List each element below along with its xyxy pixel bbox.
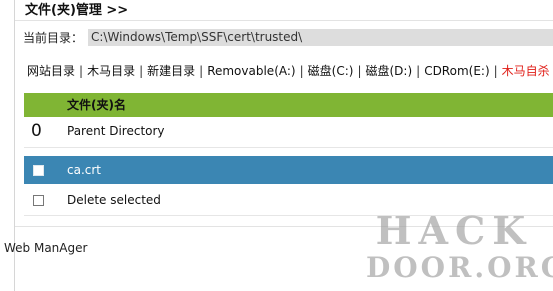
drive-nav: 网站目录 | 木马目录 | 新建目录 | Removable(A:) | 磁盘(C:) | 磁盘(D…	[27, 62, 550, 80]
nav-self-destruct[interactable]: 木马自杀	[502, 64, 550, 78]
nav-trojan-dir[interactable]: 木马目录	[87, 64, 135, 78]
nav-separator: |	[199, 64, 204, 78]
current-path-label: 当前目录：	[23, 31, 84, 45]
file-checkbox[interactable]	[33, 165, 44, 176]
nav-drive-a[interactable]: Removable(A:)	[207, 64, 295, 78]
file-table: 文件(夹)名 0 Parent Directory ca.crt Delete …	[24, 93, 553, 216]
file-name[interactable]: ca.crt	[67, 156, 101, 184]
watermark-line-1: HACK	[375, 208, 533, 253]
footer-text: Web ManAger	[4, 241, 88, 255]
parent-directory-row[interactable]: 0 Parent Directory	[24, 117, 553, 148]
nav-drive-d[interactable]: 磁盘(D:)	[365, 64, 412, 78]
table-header: 文件(夹)名	[24, 93, 553, 117]
nav-separator: |	[79, 64, 84, 78]
delete-selected-button[interactable]: Delete selected	[67, 185, 161, 215]
watermark-logo: HACK DOOR.ORG	[366, 208, 553, 284]
divider	[15, 20, 553, 21]
select-all-checkbox[interactable]	[33, 195, 44, 206]
current-path-field[interactable]: C:\Windows\Temp\SSF\cert\trusted\	[88, 29, 553, 46]
page-title: 文件(夹)管理 >>	[25, 3, 129, 18]
nav-separator: |	[139, 64, 144, 78]
nav-drive-c[interactable]: 磁盘(C:)	[308, 64, 354, 78]
column-filename: 文件(夹)名	[67, 98, 126, 112]
nav-new-dir[interactable]: 新建目录	[147, 64, 195, 78]
watermark-line-2: DOOR.ORG	[366, 251, 553, 284]
nav-separator: |	[493, 64, 498, 78]
nav-separator: |	[357, 64, 362, 78]
parent-dir-icon: 0	[31, 121, 42, 141]
parent-directory-link[interactable]: Parent Directory	[67, 117, 165, 145]
table-row[interactable]: ca.crt	[24, 156, 553, 184]
nav-separator: |	[299, 64, 304, 78]
nav-website-dir[interactable]: 网站目录	[27, 64, 75, 78]
nav-drive-e[interactable]: CDRom(E:)	[424, 64, 489, 78]
nav-separator: |	[416, 64, 421, 78]
